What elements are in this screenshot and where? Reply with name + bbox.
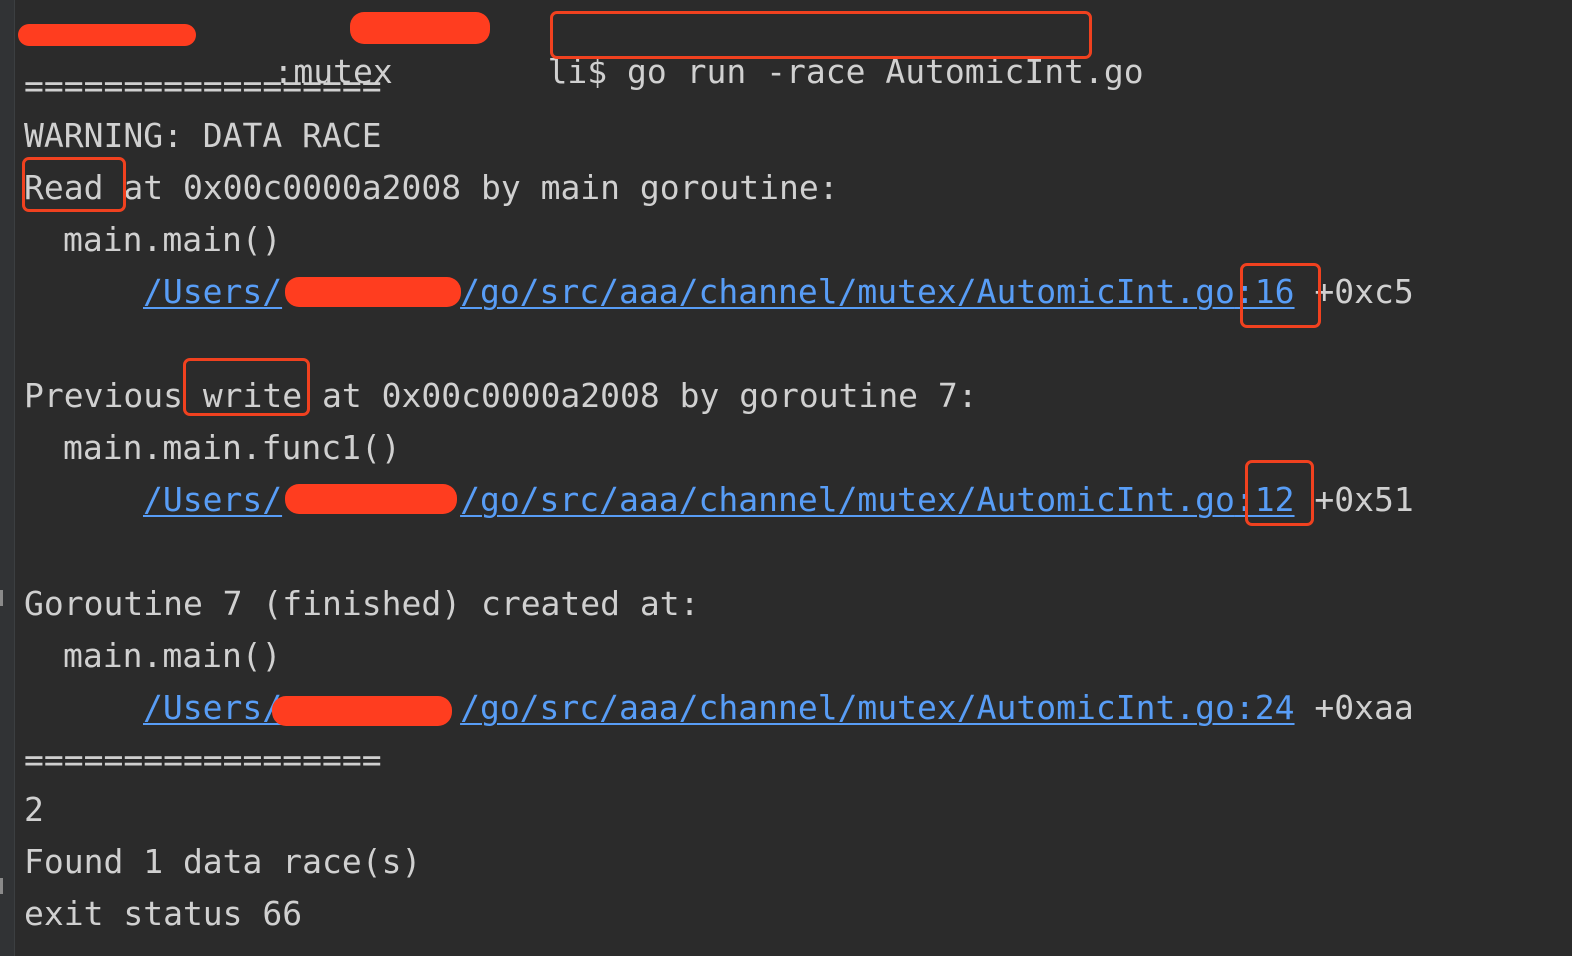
previous-write-line: Previous write at 0x00c0000a2008 by goro… bbox=[24, 376, 978, 415]
write-highlight-box bbox=[183, 358, 310, 416]
gutter-marker bbox=[0, 878, 3, 894]
redaction-mark bbox=[285, 277, 461, 307]
read-function: main.main() bbox=[63, 220, 282, 259]
write-line-highlight-box bbox=[1245, 460, 1314, 526]
redaction-mark bbox=[18, 24, 196, 46]
read-highlight-box bbox=[22, 157, 126, 212]
program-output: 2 bbox=[24, 790, 44, 829]
read-line: Read at 0x00c0000a2008 by main goroutine… bbox=[24, 168, 839, 208]
goroutine-created-line: Goroutine 7 (finished) created at: bbox=[24, 584, 700, 623]
read-line-highlight-box bbox=[1240, 263, 1321, 328]
command-highlight-box bbox=[550, 11, 1092, 59]
exit-status-line: exit status 66 bbox=[24, 894, 303, 933]
redaction-mark bbox=[285, 484, 457, 514]
redaction-mark bbox=[350, 12, 490, 44]
left-gutter bbox=[0, 0, 15, 956]
found-races-line: Found 1 data race(s) bbox=[24, 842, 422, 881]
write-description: at 0x00c0000a2008 by goroutine 7: bbox=[302, 376, 978, 415]
write-function: main.main.func1() bbox=[63, 428, 401, 467]
warning-line: WARNING: DATA RACE bbox=[24, 116, 382, 155]
separator-bottom: ================== bbox=[24, 740, 382, 779]
created-function: main.main() bbox=[63, 636, 282, 675]
separator-top: ================== bbox=[24, 66, 382, 105]
redaction-mark bbox=[272, 696, 452, 726]
terminal-window[interactable]: :mutex li$ go run -race AutomicInt.go ==… bbox=[0, 0, 1572, 956]
created-offset: +0xaa bbox=[1294, 688, 1414, 727]
read-description: at 0x00c0000a2008 by main goroutine: bbox=[103, 168, 839, 207]
gutter-marker bbox=[0, 590, 3, 606]
